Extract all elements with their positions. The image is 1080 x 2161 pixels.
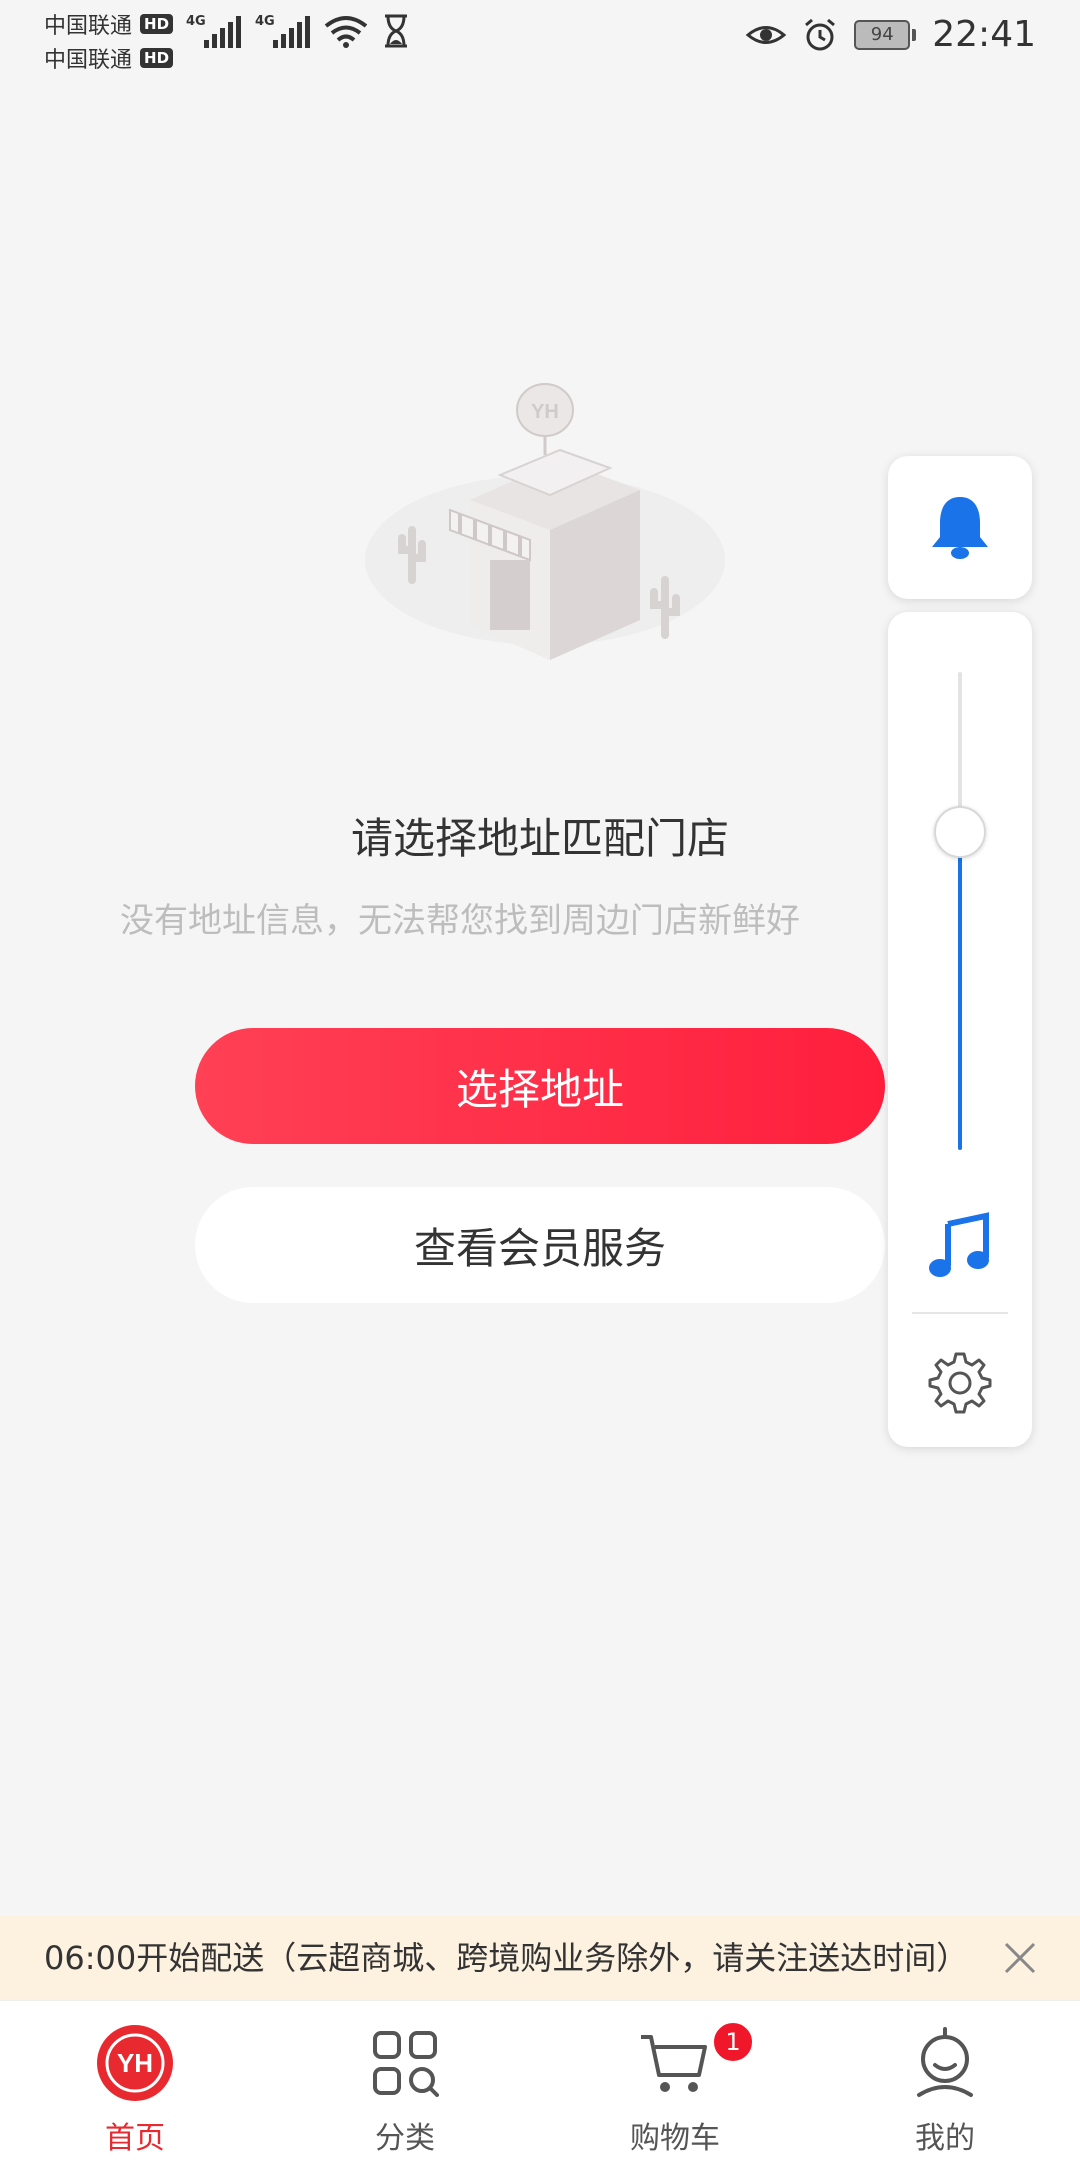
page-subtitle: 没有地址信息，无法帮您找到周边门店新鲜好 <box>120 901 800 941</box>
profile-icon <box>917 2027 973 2097</box>
hd-badge: HD <box>140 48 174 68</box>
volume-slider-fill <box>958 830 962 1150</box>
music-note-icon[interactable] <box>926 1212 994 1280</box>
volume-panel <box>888 612 1032 1447</box>
cart-icon <box>641 2035 707 2092</box>
tab-category-label: 分类 <box>375 2121 435 2156</box>
home-yh-icon: YH <box>97 2025 173 2101</box>
tab-cart-label: 购物车 <box>630 2121 720 2156</box>
delivery-notice-text: 06:00开始配送（云超商城、跨境购业务除外，请关注送达时间） <box>44 1939 954 1977</box>
svg-text:YH: YH <box>531 401 559 423</box>
carrier-2: 中国联通 HD <box>44 42 174 74</box>
tab-profile[interactable]: 我的 <box>810 2001 1080 2161</box>
category-icon <box>373 2031 439 2097</box>
delivery-notice: 06:00开始配送（云超商城、跨境购业务除外，请关注送达时间） <box>0 1916 1080 2000</box>
alarm-icon <box>805 18 836 50</box>
ringer-toggle-button[interactable] <box>888 456 1032 599</box>
status-right: 94 22:41 <box>746 14 1036 55</box>
signal-indicators: 4G 4G <box>186 14 410 48</box>
eye-icon <box>746 25 787 44</box>
bottom-tab-bar: YH 首页 分类 1 购物车 我的 <box>0 2000 1080 2161</box>
panel-divider <box>912 1312 1008 1314</box>
network-tag: 4G <box>255 14 275 29</box>
signal-1-icon: 4G <box>186 14 241 48</box>
member-services-button[interactable]: 查看会员服务 <box>195 1187 885 1303</box>
carrier-2-label: 中国联通 <box>44 48 133 73</box>
tab-cart[interactable]: 1 购物车 <box>540 2001 810 2161</box>
tab-profile-label: 我的 <box>915 2121 975 2156</box>
volume-slider-handle[interactable] <box>934 806 986 858</box>
carrier-1-label: 中国联通 <box>44 14 133 39</box>
gear-icon[interactable] <box>928 1350 992 1414</box>
cart-badge: 1 <box>712 2021 754 2063</box>
wifi-icon <box>324 16 368 48</box>
battery-icon: 94 <box>854 19 917 50</box>
signal-2-icon: 4G <box>255 14 310 48</box>
select-address-button[interactable]: 选择地址 <box>195 1028 885 1144</box>
store-illustration: YH <box>365 383 725 660</box>
battery-level: 94 <box>854 19 911 50</box>
status-bar: 中国联通 HD 中国联通 HD 4G 4G 94 22:41 <box>0 0 1080 80</box>
hd-badge: HD <box>140 14 174 34</box>
carrier-1: 中国联通 HD <box>44 8 174 40</box>
svg-text:YH: YH <box>117 2048 153 2078</box>
tab-home[interactable]: YH 首页 <box>0 2001 270 2161</box>
tab-home-label: 首页 <box>105 2121 165 2156</box>
network-tag: 4G <box>186 14 206 29</box>
close-icon[interactable] <box>1000 1938 1040 1978</box>
bell-icon <box>932 496 988 559</box>
hourglass-icon <box>385 14 407 48</box>
status-time: 22:41 <box>932 14 1036 55</box>
tab-category[interactable]: 分类 <box>270 2001 540 2161</box>
